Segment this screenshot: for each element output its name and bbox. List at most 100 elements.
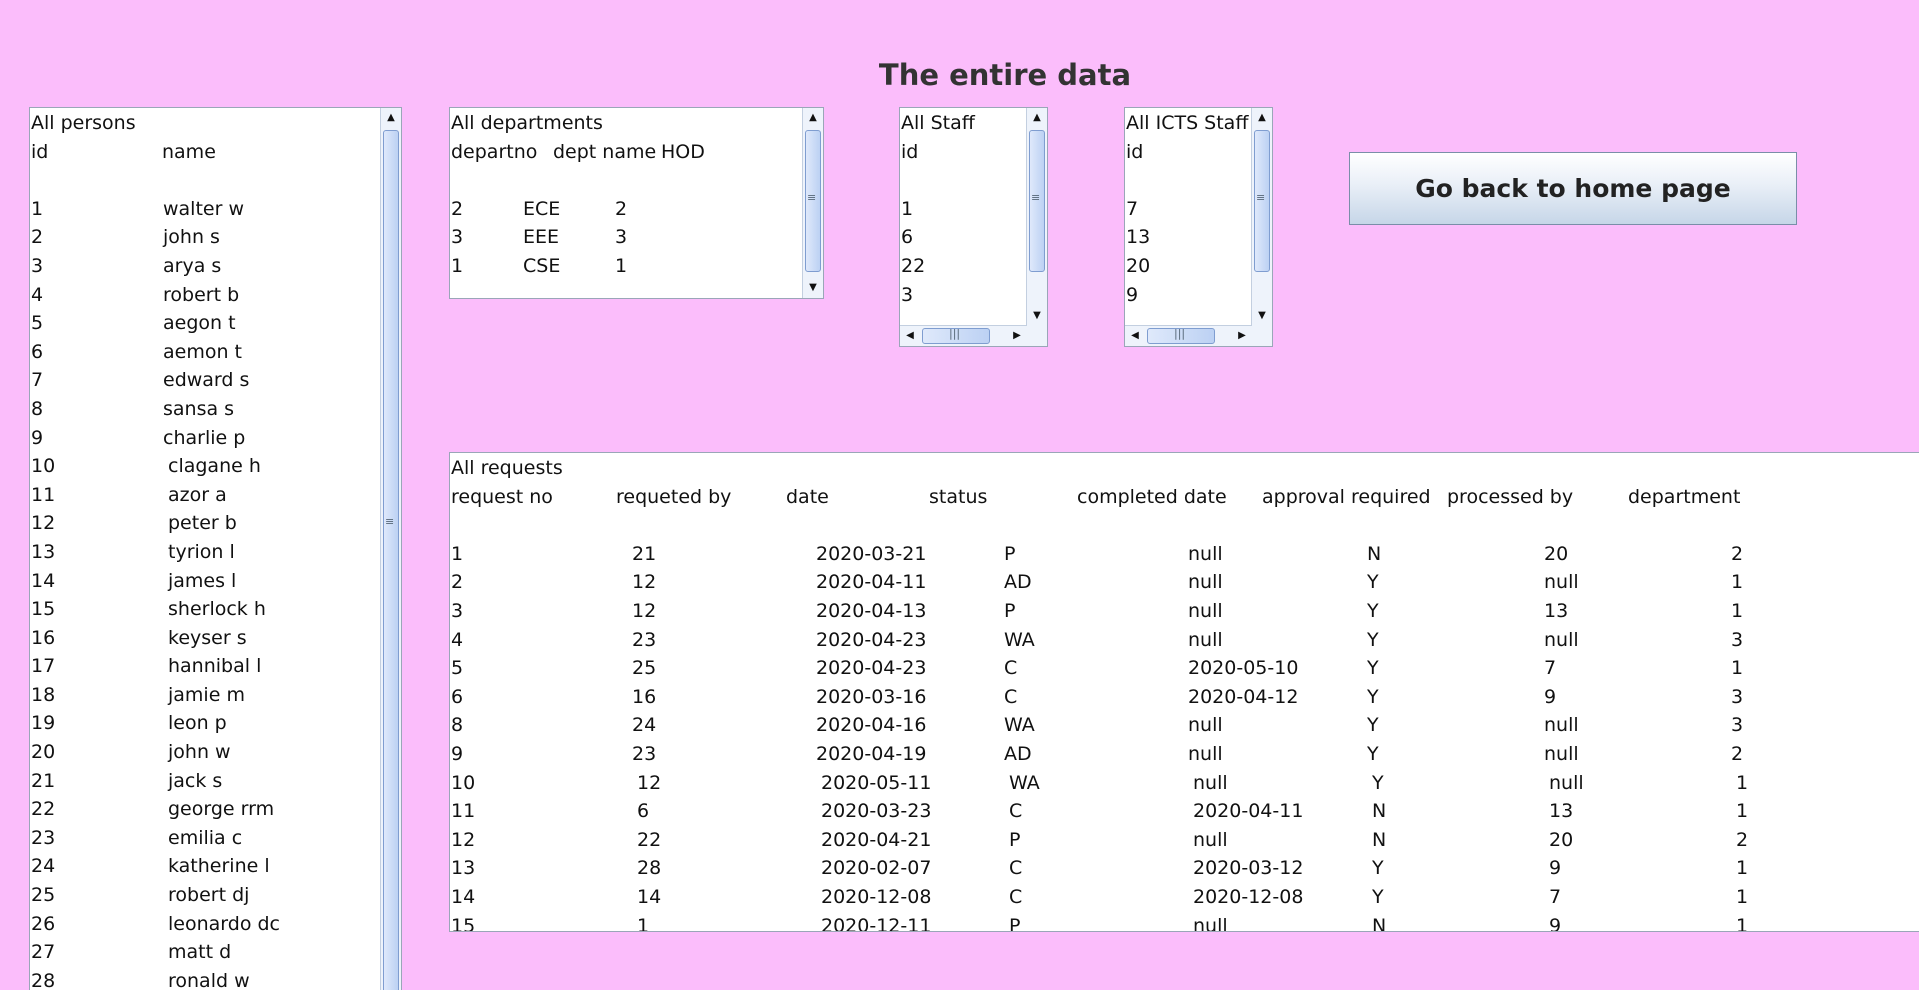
person-id: 24 [31, 855, 56, 878]
scroll-up-arrow-icon[interactable]: ▲ [1027, 108, 1047, 128]
icts-staff-vertical-scrollbar[interactable]: ▲ ≡ ▼ [1251, 108, 1272, 326]
list-item: 5 aegon t [31, 312, 401, 341]
scroll-left-arrow-icon[interactable]: ◀ [900, 326, 920, 346]
person-id: 14 [31, 569, 56, 592]
scroll-down-arrow-icon[interactable]: ▼ [803, 278, 823, 298]
departments-caption: All departments [451, 112, 603, 134]
table-cell: null [1188, 599, 1223, 622]
scroll-left-arrow-icon[interactable]: ◀ [1125, 326, 1145, 346]
requests-header-cell: processed by [1447, 485, 1574, 508]
person-name: clagane h [168, 455, 261, 478]
table-cell: 2 [1736, 828, 1749, 851]
table-cell: 8 [451, 714, 464, 737]
scroll-up-arrow-icon[interactable]: ▲ [1252, 108, 1272, 128]
table-cell: 13 [451, 857, 476, 880]
scroll-down-arrow-icon[interactable]: ▼ [1027, 306, 1047, 326]
list-item: 15 sherlock h [31, 598, 401, 627]
table-cell: 9 [451, 742, 464, 765]
staff-horizontal-scrollbar[interactable]: ◀ ||| ▶ [900, 325, 1027, 346]
list-item: 4 robert b [31, 284, 401, 313]
departments-spacer [451, 169, 823, 198]
scroll-up-arrow-icon[interactable]: ▲ [803, 108, 823, 128]
person-name: robert b [163, 283, 240, 306]
person-id: 9 [31, 426, 44, 449]
departments-vertical-scrollbar[interactable]: ▲ ≡ ▼ [802, 108, 823, 298]
table-cell: 2020-05-10 [1188, 657, 1299, 680]
table-cell: C [1004, 657, 1018, 680]
requests-header-row: request no requeted by date status completed… [451, 486, 1919, 515]
staff-caption: All Staff [901, 112, 975, 134]
requests-list[interactable]: All requests request no requeted by date st… [449, 452, 1919, 932]
table-cell: 25 [632, 657, 657, 680]
table-cell: N [1372, 800, 1387, 823]
person-name: peter b [168, 512, 237, 535]
scroll-up-arrow-icon[interactable]: ▲ [381, 108, 401, 128]
list-item: 19 leon p [31, 712, 401, 741]
list-item: 1 CSE 1 [451, 255, 823, 284]
table-cell: Y [1372, 771, 1384, 794]
scroll-corner [1027, 326, 1047, 346]
go-back-home-button[interactable]: Go back to home page [1349, 152, 1797, 225]
table-cell: null [1549, 771, 1584, 794]
scroll-right-arrow-icon[interactable]: ▶ [1007, 326, 1027, 346]
person-name: john w [168, 741, 231, 764]
department-hod: 3 [615, 226, 628, 249]
table-cell: N [1372, 828, 1387, 851]
person-name: walter w [163, 197, 244, 220]
icts-staff-hscroll-thumb[interactable]: ||| [1147, 327, 1215, 344]
staff-hscroll-thumb[interactable]: ||| [922, 327, 990, 344]
scroll-down-arrow-icon[interactable]: ▼ [1252, 306, 1272, 326]
staff-content: All Staff id 1 6 22 3 [901, 112, 1027, 326]
list-item: 28 ronald w [31, 970, 401, 990]
table-cell: 2020-04-19 [816, 742, 927, 765]
persons-list[interactable]: All persons id name 1 walter w 2 john s 3 ary… [29, 107, 402, 990]
staff-vertical-scrollbar[interactable]: ▲ ≡ ▼ [1026, 108, 1047, 326]
icts-staff-id: 13 [1126, 226, 1151, 249]
persons-header-row: id name [31, 141, 401, 170]
staff-list[interactable]: All Staff id 1 6 22 3 ▲ ≡ ▼ ◀ ||| ▶ [899, 107, 1048, 347]
person-name: sansa s [163, 397, 235, 420]
icts-staff-spacer [1126, 169, 1252, 198]
table-cell: 1 [637, 914, 650, 932]
person-name: arya s [163, 254, 222, 277]
department-name: CSE [523, 254, 561, 277]
department-no: 3 [451, 226, 464, 249]
table-cell: N [1367, 542, 1382, 565]
table-cell: N [1372, 914, 1387, 932]
icts-staff-list[interactable]: All ICTS Staff id 7 13 20 9 ▲ ≡ ▼ ◀ ||| ▶ [1124, 107, 1273, 347]
department-name: ECE [523, 197, 561, 220]
staff-spacer [901, 169, 1027, 198]
table-cell: 2020-03-16 [816, 685, 927, 708]
table-cell: Y [1367, 714, 1379, 737]
scroll-right-arrow-icon[interactable]: ▶ [1232, 326, 1252, 346]
persons-scroll-thumb[interactable]: ≡ [383, 130, 399, 990]
table-row: 10 12 2020-05-11 WA null Ynull 1 [451, 772, 1919, 801]
table-cell: null [1544, 628, 1579, 651]
department-no: 1 [451, 254, 464, 277]
table-cell: 14 [451, 885, 476, 908]
icts-staff-id: 7 [1126, 197, 1139, 220]
person-id: 25 [31, 884, 56, 907]
table-cell: 1 [451, 542, 464, 565]
grip-icon: ≡ [385, 515, 395, 528]
scroll-corner [1252, 326, 1272, 346]
table-cell: 14 [637, 885, 662, 908]
list-item: 12 peter b [31, 512, 401, 541]
person-id: 28 [31, 969, 56, 990]
icts-staff-vscroll-thumb[interactable]: ≡ [1254, 130, 1270, 272]
departments-list[interactable]: All departments departno dept name HOD 2… [449, 107, 824, 299]
staff-vscroll-thumb[interactable]: ≡ [1029, 130, 1045, 272]
departments-scroll-thumb[interactable]: ≡ [805, 130, 821, 272]
table-cell: C [1004, 685, 1018, 708]
table-cell: C [1009, 857, 1023, 880]
person-name: ronald w [168, 969, 250, 990]
persons-vertical-scrollbar[interactable]: ▲ ≡ [380, 108, 401, 990]
list-item: 20 john w [31, 741, 401, 770]
table-cell: null [1188, 571, 1223, 594]
icts-staff-horizontal-scrollbar[interactable]: ◀ ||| ▶ [1125, 325, 1252, 346]
table-cell: 7 [1544, 657, 1557, 680]
table-cell: WA [1004, 628, 1035, 651]
table-cell: 1 [1736, 857, 1749, 880]
person-name: james l [168, 569, 237, 592]
person-id: 17 [31, 655, 56, 678]
